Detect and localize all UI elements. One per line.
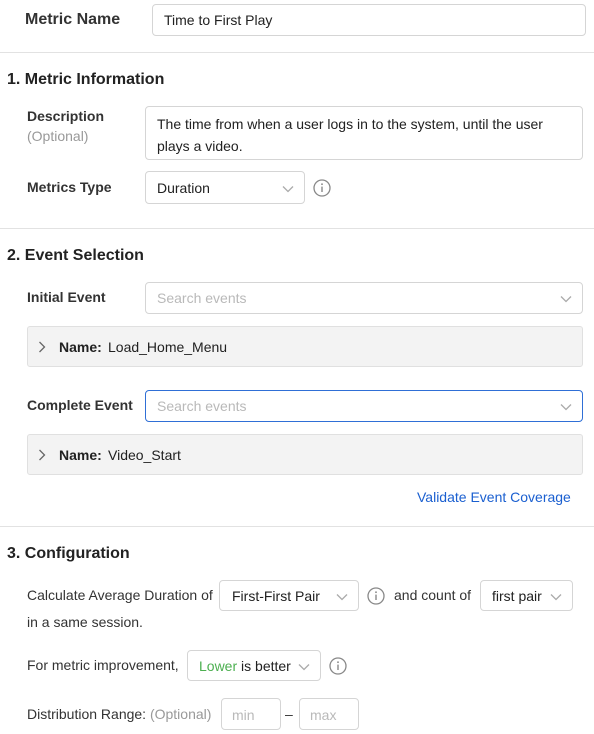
- complete-event-item[interactable]: Name: Video_Start: [27, 434, 583, 475]
- min-placeholder: min: [232, 707, 255, 723]
- chevron-down-icon: [336, 588, 348, 604]
- distribution-max-input[interactable]: max: [299, 698, 359, 730]
- metric-name-value: Time to First Play: [164, 12, 273, 28]
- distribution-label: Distribution Range: (Optional): [27, 706, 211, 722]
- distribution-optional-label: (Optional): [149, 706, 212, 722]
- chevron-down-icon: [550, 588, 562, 604]
- chevron-down-icon: [282, 180, 294, 196]
- divider: [0, 526, 594, 527]
- distribution-min-input[interactable]: min: [221, 698, 281, 730]
- info-icon[interactable]: [313, 179, 331, 197]
- section-metric-information-title: 1. Metric Information: [7, 71, 165, 88]
- count-select[interactable]: first pair: [480, 580, 573, 611]
- chevron-right-icon[interactable]: [38, 340, 46, 356]
- distribution-label-text: Distribution Range:: [27, 706, 147, 722]
- divider: [0, 52, 594, 53]
- chevron-down-icon: [560, 290, 572, 306]
- event-name-value: Video_Start: [108, 447, 181, 463]
- complete-event-placeholder: Search events: [157, 398, 247, 414]
- pair-select[interactable]: First-First Pair: [219, 580, 359, 611]
- section-event-selection-title: 2. Event Selection: [7, 247, 144, 264]
- improvement-text: For metric improvement,: [27, 657, 179, 673]
- pair-select-value: First-First Pair: [232, 588, 320, 604]
- initial-event-placeholder: Search events: [157, 290, 247, 306]
- improvement-rest: is better: [237, 658, 291, 674]
- info-icon[interactable]: [367, 587, 385, 605]
- count-select-value: first pair: [492, 588, 542, 604]
- description-value: The time from when a user logs in to the…: [157, 116, 543, 154]
- event-name-key: Name:: [59, 447, 102, 463]
- metric-name-input[interactable]: Time to First Play: [152, 4, 586, 36]
- metrics-type-label: Metrics Type: [27, 179, 112, 195]
- initial-event-item[interactable]: Name: Load_Home_Menu: [27, 326, 583, 367]
- improvement-lower: Lower: [199, 658, 238, 674]
- chevron-down-icon: [298, 658, 310, 674]
- initial-event-label: Initial Event: [27, 289, 106, 305]
- range-separator: –: [285, 706, 293, 722]
- metrics-type-value: Duration: [157, 180, 210, 196]
- count-text: and count of: [394, 587, 472, 603]
- divider: [0, 228, 594, 229]
- validate-event-coverage-link[interactable]: Validate Event Coverage: [417, 489, 571, 505]
- metrics-type-select[interactable]: Duration: [145, 171, 305, 204]
- description-textarea[interactable]: The time from when a user logs in to the…: [145, 106, 583, 160]
- event-name-value: Load_Home_Menu: [108, 339, 228, 355]
- max-placeholder: max: [310, 707, 337, 723]
- event-name-key: Name:: [59, 339, 102, 355]
- info-icon[interactable]: [329, 657, 347, 675]
- improvement-select[interactable]: Lower is better: [187, 650, 321, 681]
- section-configuration-title: 3. Configuration: [7, 545, 130, 562]
- initial-event-search[interactable]: Search events: [145, 282, 583, 314]
- chevron-down-icon: [560, 398, 572, 414]
- complete-event-label: Complete Event: [27, 397, 133, 413]
- complete-event-search[interactable]: Search events: [145, 390, 583, 422]
- session-text: in a same session.: [27, 614, 143, 630]
- description-label: Description: [27, 108, 105, 124]
- calc-text: Calculate Average Duration of: [27, 587, 213, 603]
- chevron-right-icon[interactable]: [38, 448, 46, 464]
- metric-name-label: Metric Name: [25, 11, 121, 28]
- description-optional-label: (Optional): [27, 128, 89, 144]
